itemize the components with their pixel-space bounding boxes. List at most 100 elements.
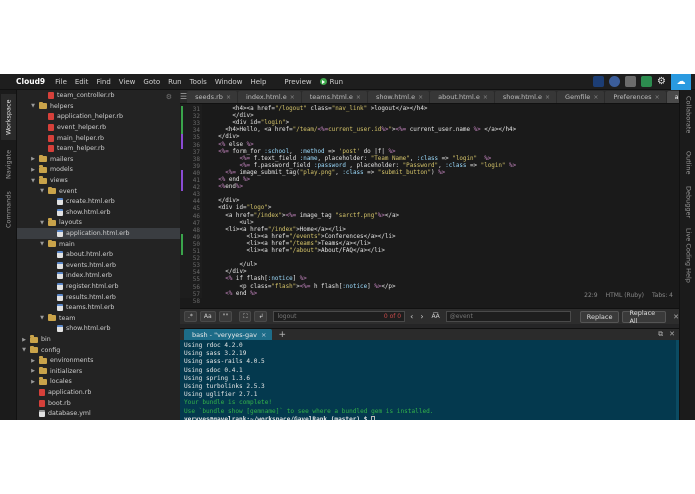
terminal-tab[interactable]: bash - "veryyes-gav × bbox=[184, 329, 273, 340]
editor-tab[interactable]: show.html.e × bbox=[367, 91, 430, 103]
tab-menu-icon[interactable]: ☰ bbox=[180, 89, 187, 103]
code-area[interactable]: <h4><a href="/logout" class="nav_link" >… bbox=[204, 104, 679, 298]
replace-all-button[interactable]: Replace All bbox=[622, 309, 667, 325]
menu-edit[interactable]: Edit bbox=[71, 78, 93, 86]
code-line[interactable]: <%end%> bbox=[204, 184, 243, 191]
tree-file[interactable]: teams.html.erb bbox=[48, 303, 114, 314]
chevron-right-icon[interactable]: ▶ bbox=[30, 167, 36, 173]
code-line[interactable]: <% else %> bbox=[204, 142, 253, 149]
chevron-down-icon[interactable]: ▼ bbox=[39, 220, 45, 226]
tree-file[interactable]: application_helper.rb bbox=[39, 112, 123, 123]
editor-tab[interactable]: index.html.e × bbox=[237, 91, 301, 103]
run-button[interactable]: Run bbox=[316, 78, 347, 86]
close-tab-icon[interactable]: × bbox=[655, 94, 660, 101]
code-line[interactable]: <li><a href="/about">About/FAQ</a></li> bbox=[204, 248, 385, 255]
menu-tools[interactable]: Tools bbox=[186, 78, 211, 86]
terminal-output[interactable]: Using rdoc 4.2.0 Using sass 3.2.19 Using s… bbox=[180, 340, 679, 420]
code-line[interactable]: <a href="/index"><%= image_tag "sarctf.p… bbox=[204, 213, 399, 220]
terminal-prompt[interactable]: veryyes@gavelrank:~/workspace/GavelRank … bbox=[184, 415, 675, 420]
chevron-down-icon[interactable]: ▼ bbox=[39, 241, 45, 247]
tab-workspace[interactable]: Workspace bbox=[1, 94, 16, 140]
code-line[interactable]: <div id="login"> bbox=[204, 120, 289, 127]
tree-folder[interactable]: ▼ main bbox=[39, 239, 75, 250]
tree-settings-icon[interactable]: ⚙ bbox=[166, 93, 172, 101]
chevron-right-icon[interactable]: ▶ bbox=[30, 368, 36, 374]
menu-view[interactable]: View bbox=[115, 78, 140, 86]
preserve-case-toggle[interactable]: A͡A bbox=[429, 311, 443, 322]
brand-logo[interactable]: Cloud9 bbox=[0, 77, 51, 86]
tree-file[interactable]: event_helper.rb bbox=[39, 122, 106, 133]
menu-file[interactable]: File bbox=[51, 78, 71, 86]
new-terminal-icon[interactable]: + bbox=[272, 330, 292, 340]
close-tab-icon[interactable]: × bbox=[483, 94, 488, 101]
replace-input[interactable]: @event bbox=[445, 311, 571, 322]
tree-folder[interactable]: ▼ helpers bbox=[30, 101, 73, 112]
chevron-down-icon[interactable]: ▼ bbox=[30, 178, 36, 184]
close-panel-icon[interactable]: ✕ bbox=[669, 330, 675, 339]
code-line[interactable]: <h4><a href="/logout" class="nav_link" >… bbox=[204, 106, 427, 113]
search-input[interactable]: logout 0 of 0 bbox=[273, 311, 406, 322]
close-tab-icon[interactable]: × bbox=[356, 94, 361, 101]
find-prev-icon[interactable]: ‹ bbox=[408, 312, 415, 321]
gear-icon[interactable]: ⚙ bbox=[657, 76, 666, 87]
tree-file[interactable]: show.html.erb bbox=[48, 324, 111, 335]
code-line[interactable]: </div> bbox=[204, 198, 239, 205]
code-line[interactable]: <% end %> bbox=[204, 291, 257, 298]
close-tab-icon[interactable]: × bbox=[418, 94, 423, 101]
avatar[interactable] bbox=[625, 76, 637, 87]
tree-folder[interactable]: ▼ team bbox=[39, 313, 75, 324]
wrap-toggle-icon[interactable]: ↲ bbox=[254, 311, 268, 322]
menu-find[interactable]: Find bbox=[92, 78, 114, 86]
preview-button[interactable]: Preview bbox=[280, 78, 315, 86]
editor-tab[interactable]: Gemfile × bbox=[557, 91, 605, 103]
tab-collaborate[interactable]: Collaborate bbox=[681, 94, 695, 136]
tree-file[interactable]: about.html.erb bbox=[48, 250, 113, 261]
syntax-mode[interactable]: HTML (Ruby) bbox=[606, 292, 644, 299]
code-line[interactable]: <div id="logo"> bbox=[204, 205, 271, 212]
tree-file[interactable]: events.html.erb bbox=[48, 260, 116, 271]
code-line[interactable]: <%= f.text_field :name, placeholder: "Te… bbox=[204, 156, 491, 163]
tree-file[interactable]: database.yml bbox=[30, 409, 91, 420]
close-tab-icon[interactable]: × bbox=[290, 94, 295, 101]
editor-tab[interactable]: about.html.e × bbox=[430, 91, 494, 103]
code-line[interactable]: </div> bbox=[204, 134, 239, 141]
tree-file[interactable]: application.html.erb bbox=[17, 228, 180, 239]
cursor-position[interactable]: 22:9 bbox=[584, 292, 597, 299]
selection-toggle-icon[interactable]: ⛶ bbox=[239, 311, 252, 322]
code-line[interactable]: <ul> bbox=[204, 220, 253, 227]
collaborator-icon[interactable] bbox=[609, 76, 621, 87]
tab-debugger[interactable]: Debugger bbox=[681, 184, 695, 220]
editor-tab[interactable]: teams.html.e × bbox=[301, 91, 367, 103]
tree-file[interactable]: show.html.erb bbox=[48, 207, 111, 218]
tree-folder[interactable]: ▼ views bbox=[30, 175, 68, 186]
whole-word-toggle[interactable]: "" bbox=[218, 311, 233, 322]
maximize-icon[interactable]: ⧉ bbox=[658, 330, 663, 339]
code-line[interactable]: <% end %> bbox=[204, 177, 250, 184]
code-line[interactable]: </ul> bbox=[204, 262, 257, 269]
regex-toggle[interactable]: .* bbox=[184, 311, 197, 322]
share-icon[interactable] bbox=[593, 76, 605, 87]
tree-file[interactable]: index.html.erb bbox=[48, 271, 112, 282]
tree-file[interactable]: register.html.erb bbox=[48, 281, 119, 292]
tree-file[interactable]: boot.rb bbox=[30, 398, 71, 409]
tree-file[interactable]: create.html.erb bbox=[48, 197, 115, 208]
code-line[interactable]: <h4>Hello, <a href="/team/<%=current_use… bbox=[204, 127, 516, 134]
editor-tab[interactable]: seeds.rb × bbox=[187, 91, 237, 103]
tree-file[interactable]: team_helper.rb bbox=[39, 144, 105, 155]
tree-folder[interactable]: ▶ initializers bbox=[30, 366, 82, 377]
tree-folder[interactable]: ▼ layouts bbox=[39, 218, 82, 229]
code-line[interactable]: <li><a href="/index">Home</a></li> bbox=[204, 227, 346, 234]
tree-folder[interactable]: ▶ locales bbox=[30, 377, 72, 388]
code-line[interactable]: </div> bbox=[204, 269, 246, 276]
case-toggle[interactable]: Aa bbox=[199, 311, 216, 322]
close-tab-icon[interactable]: × bbox=[545, 94, 550, 101]
chevron-right-icon[interactable]: ▶ bbox=[30, 358, 36, 364]
chevron-down-icon[interactable]: ▼ bbox=[39, 315, 45, 321]
menu-run[interactable]: Run bbox=[164, 78, 185, 86]
editor-tab[interactable]: show.html.e × bbox=[494, 91, 557, 103]
menu-window[interactable]: Window bbox=[211, 78, 247, 86]
tree-file[interactable]: team_controller.rb bbox=[39, 91, 115, 102]
tree-folder[interactable]: ▼ config bbox=[21, 345, 60, 356]
chevron-down-icon[interactable]: ▼ bbox=[39, 188, 45, 194]
tree-folder[interactable]: ▶ environments bbox=[30, 356, 93, 367]
